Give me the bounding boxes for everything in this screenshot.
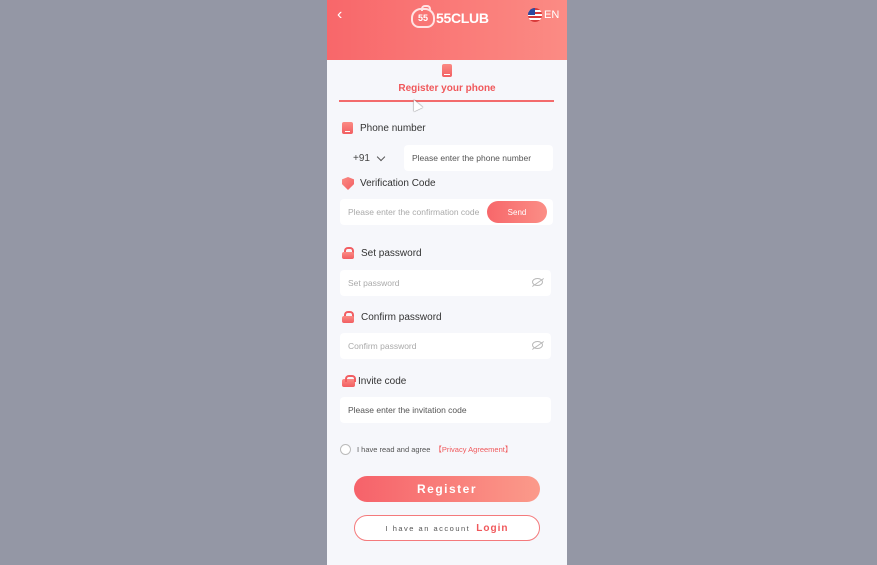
password-field[interactable] — [340, 270, 551, 296]
phone-icon — [442, 64, 452, 77]
confirm-password-input[interactable] — [348, 333, 551, 359]
language-label: EN — [544, 9, 560, 21]
login-link[interactable]: Login — [476, 523, 508, 534]
verification-label: Verification Code — [360, 178, 436, 189]
gift-icon — [342, 375, 356, 387]
app-header: ‹ 55 55CLUB EN — [327, 0, 567, 60]
confirm-password-label-row: Confirm password — [342, 311, 442, 323]
lock-icon — [342, 247, 354, 259]
account-text: I have an account — [385, 523, 471, 533]
invite-input[interactable] — [348, 397, 551, 423]
eye-off-icon[interactable] — [532, 341, 543, 349]
verification-input[interactable] — [348, 199, 490, 225]
tab-register-phone[interactable]: Register your phone — [327, 83, 567, 94]
register-button[interactable]: Register — [354, 476, 540, 502]
send-code-button[interactable]: Send — [487, 201, 547, 223]
tab-underline — [339, 100, 554, 102]
confirm-password-field[interactable] — [340, 333, 551, 359]
invite-label-row: Invite code — [342, 375, 406, 387]
lock-icon — [342, 311, 354, 323]
phone-label-row: Phone number — [342, 122, 426, 134]
country-code-value: +91 — [353, 152, 370, 164]
us-flag-icon — [528, 8, 542, 22]
agree-checkbox[interactable] — [340, 444, 351, 455]
verification-label-row: Verification Code — [342, 177, 436, 190]
confirm-password-label: Confirm password — [361, 311, 442, 323]
country-code-select[interactable]: +91 — [342, 145, 398, 171]
chevron-left-icon[interactable]: ‹ — [337, 7, 342, 23]
invite-field[interactable] — [340, 397, 551, 423]
phone-field[interactable] — [404, 145, 553, 171]
logo: 55 55CLUB — [411, 5, 489, 29]
agreement-text: I have read and agree — [357, 445, 431, 454]
chevron-down-icon — [376, 152, 386, 161]
phone-icon — [342, 122, 353, 134]
password-label-row: Set password — [342, 247, 422, 259]
privacy-agreement-link[interactable]: 【Privacy Agreement】 — [434, 444, 512, 455]
invite-label: Invite code — [358, 375, 407, 387]
agreement-row: I have read and agree 【Privacy Agreement… — [340, 444, 512, 455]
language-switcher[interactable]: EN — [528, 8, 559, 22]
shield-icon — [342, 177, 354, 190]
phone-input[interactable] — [412, 145, 553, 171]
phone-label: Phone number — [360, 122, 426, 134]
password-label: Set password — [361, 247, 422, 259]
login-button[interactable]: I have an account Login — [354, 515, 540, 541]
password-input[interactable] — [348, 270, 551, 296]
eye-off-icon[interactable] — [532, 278, 543, 286]
logo-text: 55CLUB — [436, 10, 489, 26]
register-screen: ‹ 55 55CLUB EN Register your phone Phone… — [327, 0, 567, 565]
logo-mark-icon: 55 — [411, 5, 435, 28]
